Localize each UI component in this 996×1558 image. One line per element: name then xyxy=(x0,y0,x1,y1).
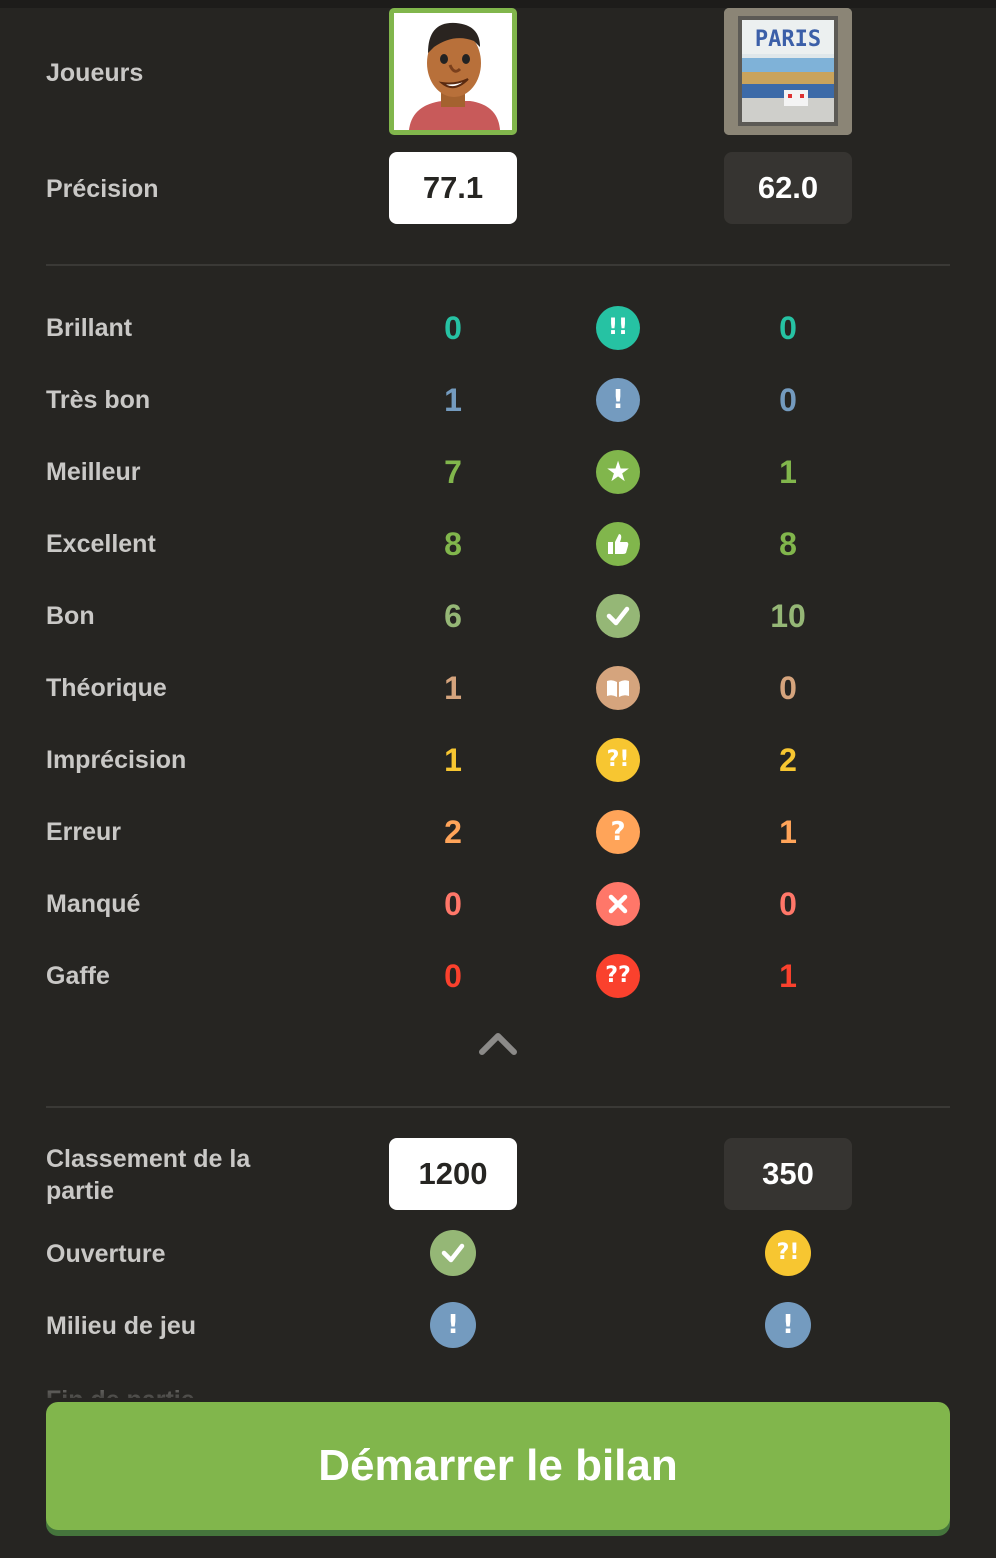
player1-count: 6 xyxy=(444,598,462,634)
classification-label: Excellent xyxy=(46,530,156,558)
inaccuracy-icon: ?! xyxy=(765,1230,811,1276)
player1-avatar-wrap[interactable] xyxy=(389,8,517,135)
classification-label: Très bon xyxy=(46,386,151,414)
player1-count: 0 xyxy=(444,310,462,346)
player1-accuracy: 77.1 xyxy=(389,152,517,224)
player2-count: 10 xyxy=(770,598,806,634)
book-icon xyxy=(596,666,640,710)
classification-label: Gaffe xyxy=(46,962,110,990)
player1-count: 1 xyxy=(444,742,462,778)
start-review-button[interactable]: Démarrer le bilan xyxy=(46,1402,950,1530)
good-move-icon xyxy=(596,594,640,638)
classification-label: Imprécision xyxy=(46,746,187,774)
good-move-icon xyxy=(430,1230,476,1276)
player2-count: 1 xyxy=(779,454,797,490)
miss-icon xyxy=(596,882,640,926)
player2-avatar-wrap[interactable]: PARIS xyxy=(724,8,852,135)
classification-label: Erreur xyxy=(46,818,122,846)
classification-label: Meilleur xyxy=(46,458,141,486)
phase-label: Milieu de jeu xyxy=(46,1312,197,1340)
top-edge xyxy=(0,0,996,8)
great-move-icon: ! xyxy=(596,378,640,422)
mistake-icon: ? xyxy=(596,810,640,854)
player1-count: 2 xyxy=(444,814,462,850)
accuracy-label: Précision xyxy=(46,175,159,203)
player1-count: 7 xyxy=(444,454,462,490)
player1-count: 1 xyxy=(444,382,462,418)
inaccuracy-icon: ?! xyxy=(596,738,640,782)
players-label: Joueurs xyxy=(46,59,144,87)
brilliant-icon: !! xyxy=(596,306,640,350)
collapse-button[interactable] xyxy=(478,1026,518,1058)
player1-count: 0 xyxy=(444,958,462,994)
player2-count: 0 xyxy=(779,886,797,922)
divider-bottom xyxy=(46,1106,950,1108)
player1-count: 1 xyxy=(444,670,462,706)
player2-count: 0 xyxy=(779,382,797,418)
classification-label: Bon xyxy=(46,602,95,630)
player2-count: 8 xyxy=(779,526,797,562)
best-move-icon: ★ xyxy=(596,450,640,494)
player2-count: 1 xyxy=(779,958,797,994)
great-move-icon: ! xyxy=(430,1302,476,1348)
player2-count: 2 xyxy=(779,742,797,778)
classification-label: Théorique xyxy=(46,674,167,702)
player2-count: 1 xyxy=(779,814,797,850)
player2-avatar[interactable]: PARIS xyxy=(724,8,852,135)
phase-label: Ouverture xyxy=(46,1240,166,1268)
classification-label: Brillant xyxy=(46,314,133,342)
player1-game-rating: 1200 xyxy=(389,1138,517,1210)
great-move-icon: ! xyxy=(765,1302,811,1348)
player1-count: 0 xyxy=(444,886,462,922)
game-rating-label: Classement de la partie xyxy=(46,1145,251,1205)
player2-count: 0 xyxy=(779,670,797,706)
player2-count: 0 xyxy=(779,310,797,346)
divider-top xyxy=(46,264,950,266)
player1-avatar[interactable] xyxy=(389,8,517,135)
chevron-up-icon[interactable] xyxy=(478,1026,518,1058)
player2-accuracy: 62.0 xyxy=(724,152,852,224)
player2-game-rating: 350 xyxy=(724,1138,852,1210)
svg-text:PARIS: PARIS xyxy=(755,27,821,52)
player1-count: 8 xyxy=(444,526,462,562)
excellent-icon xyxy=(596,522,640,566)
blunder-icon: ?? xyxy=(596,954,640,998)
classification-label: Manqué xyxy=(46,890,141,918)
